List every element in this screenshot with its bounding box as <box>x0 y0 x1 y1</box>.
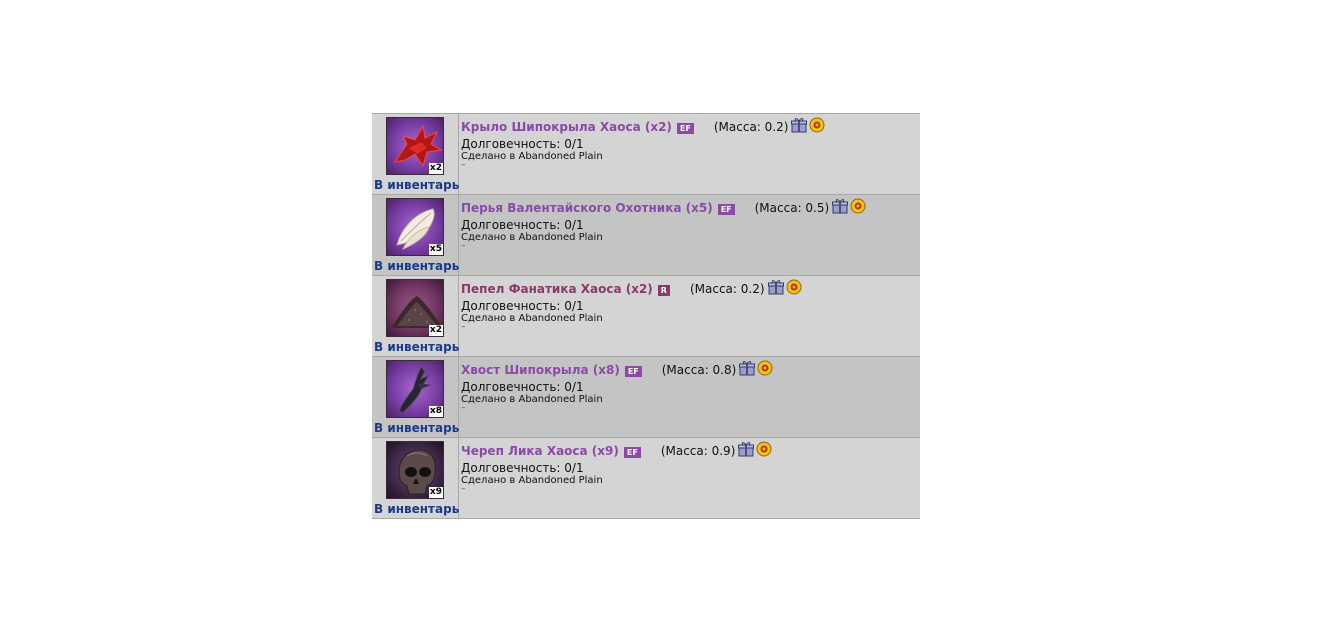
item-row: x2 В инвентарь Пепел Фанатика Хаоса (x2)… <box>372 276 920 357</box>
to-inventory-link[interactable]: В инвентарь <box>374 340 459 354</box>
durability-text: Долговечность: 0/1 <box>461 299 584 313</box>
feathers-icon[interactable]: x5 <box>386 198 444 256</box>
item-mass: (Масса: 0.2) <box>713 120 789 134</box>
quantity-badge: x8 <box>428 406 443 417</box>
item-icon-cell: x2 В инвентарь <box>372 114 459 194</box>
coin-icon[interactable] <box>850 198 866 214</box>
item-info: Перья Валентайского Охотника (x5) EF (Ма… <box>459 195 920 275</box>
to-inventory-link[interactable]: В инвентарь <box>374 502 459 516</box>
red-dash: – <box>461 322 466 332</box>
coin-icon[interactable] <box>809 117 825 133</box>
quantity-badge: x2 <box>428 325 443 336</box>
origin-text: Сделано в Abandoned Plain <box>461 313 603 324</box>
red-dash: – <box>461 160 466 170</box>
coin-icon[interactable] <box>757 360 773 376</box>
origin-text: Сделано в Abandoned Plain <box>461 232 603 243</box>
item-grade-badge: R <box>657 285 670 296</box>
item-mass: (Масса: 0.8) <box>661 363 737 377</box>
durability-text: Долговечность: 0/1 <box>461 380 584 394</box>
item-icon-cell: x5 В инвентарь <box>372 195 459 275</box>
red-dash: – <box>461 241 466 251</box>
item-name-link[interactable]: Перья Валентайского Охотника (x5) <box>461 201 713 215</box>
item-grade-badge: EF <box>717 204 735 215</box>
durability-text: Долговечность: 0/1 <box>461 461 584 475</box>
quantity-badge: x2 <box>428 163 443 174</box>
item-info: Крыло Шипокрыла Хаоса (x2) EF (Масса: 0.… <box>459 114 920 194</box>
skull-icon[interactable]: x9 <box>386 441 444 499</box>
quantity-badge: x5 <box>428 244 443 255</box>
origin-text: Сделано в Abandoned Plain <box>461 151 603 162</box>
item-list: x2 В инвентарь Крыло Шипокрыла Хаоса (x2… <box>372 113 920 519</box>
gift-icon[interactable] <box>738 441 755 457</box>
ash-pile-icon[interactable]: x2 <box>386 279 444 337</box>
item-row: x2 В инвентарь Крыло Шипокрыла Хаоса (x2… <box>372 114 920 195</box>
gift-icon[interactable] <box>832 198 849 214</box>
item-mass: (Масса: 0.2) <box>689 282 765 296</box>
item-mass: (Масса: 0.5) <box>754 201 830 215</box>
item-info: Хвост Шипокрыла (x8) EF (Масса: 0.8) Дол… <box>459 357 920 437</box>
durability-text: Долговечность: 0/1 <box>461 137 584 151</box>
item-mass: (Масса: 0.9) <box>660 444 736 458</box>
quantity-badge: x9 <box>428 487 443 498</box>
item-icon-cell: x8 В инвентарь <box>372 357 459 437</box>
item-grade-badge: EF <box>624 366 642 377</box>
to-inventory-link[interactable]: В инвентарь <box>374 259 459 273</box>
item-row: x9 В инвентарь Череп Лика Хаоса (x9) EF … <box>372 438 920 519</box>
item-icon-cell: x2 В инвентарь <box>372 276 459 356</box>
gift-icon[interactable] <box>767 279 784 295</box>
red-dash: – <box>461 484 466 494</box>
gift-icon[interactable] <box>739 360 756 376</box>
coin-icon[interactable] <box>786 279 802 295</box>
item-row: x8 В инвентарь Хвост Шипокрыла (x8) EF (… <box>372 357 920 438</box>
to-inventory-link[interactable]: В инвентарь <box>374 421 459 435</box>
to-inventory-link[interactable]: В инвентарь <box>374 178 459 192</box>
item-name-link[interactable]: Крыло Шипокрыла Хаоса (x2) <box>461 120 672 134</box>
durability-text: Долговечность: 0/1 <box>461 218 584 232</box>
red-dash: – <box>461 403 466 413</box>
item-info: Череп Лика Хаоса (x9) EF (Масса: 0.9) До… <box>459 438 920 518</box>
item-info: Пепел Фанатика Хаоса (x2) R (Масса: 0.2)… <box>459 276 920 356</box>
item-name-link[interactable]: Пепел Фанатика Хаоса (x2) <box>461 282 653 296</box>
coin-icon[interactable] <box>756 441 772 457</box>
item-icon-cell: x9 В инвентарь <box>372 438 459 518</box>
gift-icon[interactable] <box>791 117 808 133</box>
item-name-link[interactable]: Хвост Шипокрыла (x8) <box>461 363 620 377</box>
item-row: x5 В инвентарь Перья Валентайского Охотн… <box>372 195 920 276</box>
origin-text: Сделано в Abandoned Plain <box>461 394 603 405</box>
origin-text: Сделано в Abandoned Plain <box>461 475 603 486</box>
chaos-wing-icon[interactable]: x2 <box>386 117 444 175</box>
item-grade-badge: EF <box>676 123 694 134</box>
tail-icon[interactable]: x8 <box>386 360 444 418</box>
item-name-link[interactable]: Череп Лика Хаоса (x9) <box>461 444 619 458</box>
item-grade-badge: EF <box>623 447 641 458</box>
